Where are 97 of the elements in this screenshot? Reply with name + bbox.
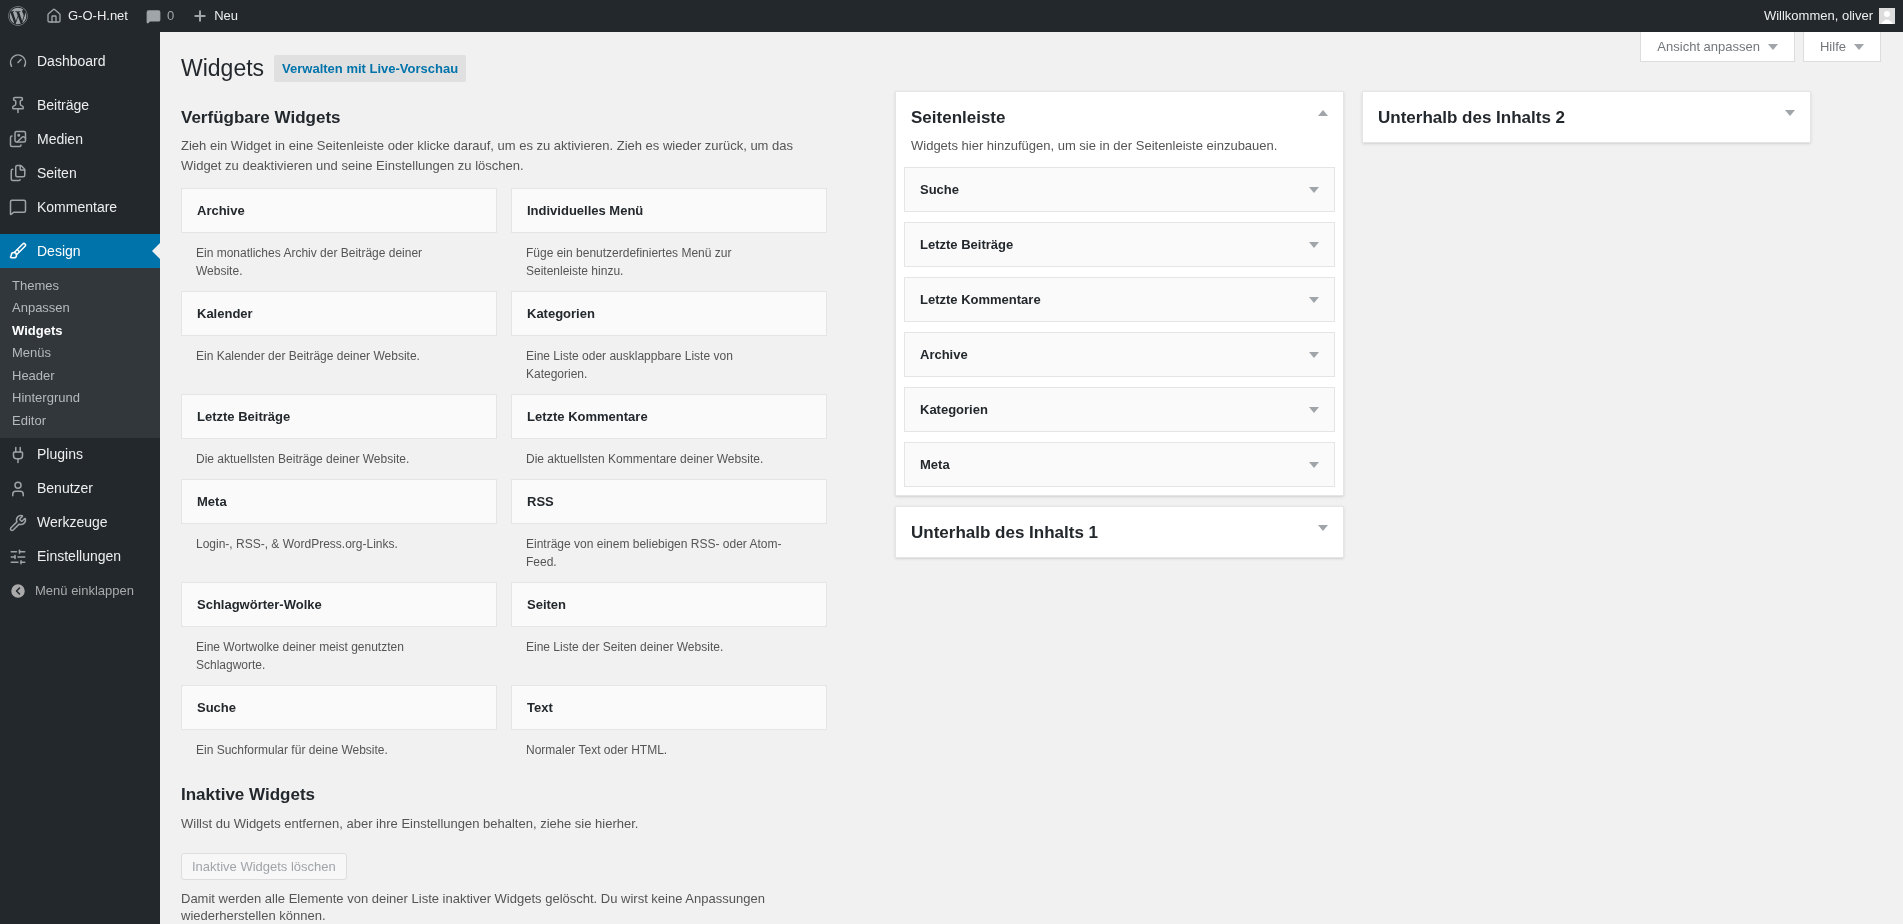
caret-down-icon[interactable] bbox=[1309, 406, 1319, 413]
sidebar-item[interactable]: Einstellungen bbox=[0, 539, 160, 574]
account-link[interactable]: Willkommen, oliver bbox=[1763, 6, 1895, 26]
widget-item[interactable]: Letzte Beiträge bbox=[904, 222, 1335, 267]
house-icon bbox=[46, 8, 62, 24]
section-heading: Verfügbare Widgets bbox=[181, 106, 342, 129]
caret-down-icon[interactable] bbox=[1854, 43, 1864, 50]
page-title: Widgets bbox=[181, 54, 265, 83]
widget-item[interactable]: Schlagwörter-Wolke bbox=[181, 582, 497, 627]
widget-description: Ein Kalender der Beiträge deiner Website. bbox=[195, 348, 421, 365]
widget-description: Eine Liste der Seiten deiner Website. bbox=[525, 639, 725, 656]
avatar-icon bbox=[1879, 8, 1895, 24]
widget-item[interactable]: Individuelles Menü bbox=[511, 188, 827, 233]
pin-icon bbox=[9, 96, 27, 114]
widget-item[interactable]: Text bbox=[511, 685, 827, 730]
sidebar-item[interactable]: Design bbox=[0, 234, 160, 268]
widget-description: Füge ein benutzerdefiniertes Menü zur Seitenleiste hinzu. bbox=[525, 245, 733, 280]
widget-item[interactable]: Meta bbox=[181, 479, 497, 524]
widget-item[interactable]: Meta bbox=[904, 442, 1335, 487]
widget-description: Die aktuellsten Kommentare deiner Website. bbox=[525, 451, 765, 468]
submenu-item[interactable]: Anpassen bbox=[0, 296, 160, 319]
widget-item[interactable]: Suche bbox=[181, 685, 497, 730]
caret-down-icon[interactable] bbox=[1309, 241, 1319, 248]
widget-item[interactable]: Letzte Kommentare bbox=[904, 277, 1335, 322]
caret-down-icon[interactable] bbox=[1309, 461, 1319, 468]
new-link[interactable]: Neu bbox=[192, 6, 239, 26]
section-description: Damit werden alle Elemente von deiner Liste inaktiver Widgets gelöscht. Du wirst keine Anpassungen wiederherstellen können. bbox=[181, 890, 766, 924]
sidebar-item[interactable]: Seiten bbox=[0, 156, 160, 190]
caret-down-icon[interactable] bbox=[1309, 351, 1319, 358]
widget-item[interactable]: RSS bbox=[511, 479, 827, 524]
widget-title: Suche bbox=[920, 180, 959, 199]
speech-bubble-icon bbox=[145, 8, 161, 24]
submenu-item[interactable]: Header bbox=[0, 364, 160, 387]
live-preview-link[interactable]: Verwalten mit Live-Vorschau bbox=[274, 54, 467, 82]
sidebar-item[interactable]: Plugins bbox=[0, 437, 160, 472]
widget-title: Meta bbox=[920, 455, 950, 474]
screen-tab[interactable]: Hilfe bbox=[1803, 32, 1881, 62]
sidebar-item[interactable]: Medien bbox=[0, 122, 160, 156]
brush-icon bbox=[9, 242, 27, 260]
area-title[interactable]: Unterhalb des Inhalts 1 bbox=[911, 521, 1099, 545]
pages-icon bbox=[9, 164, 27, 182]
widget-title: Letzte Kommentare bbox=[920, 290, 1041, 309]
gauge-icon bbox=[9, 52, 27, 70]
pointer-arrow-icon bbox=[152, 243, 160, 259]
sliders-icon bbox=[9, 547, 27, 566]
circle-arrow-left-icon bbox=[9, 581, 27, 600]
speech-bubble-icon bbox=[9, 198, 27, 216]
widget-item[interactable]: Kategorien bbox=[511, 291, 827, 336]
caret-down-icon[interactable] bbox=[1309, 296, 1319, 303]
sidebar-item[interactable]: Werkzeuge bbox=[0, 505, 160, 540]
comments-link[interactable]: 0 bbox=[145, 6, 175, 26]
section-description: Zieh ein Widget in eine Seitenleiste oder klicke darauf, um es zu aktivieren. Zieh es wieder zurück, um das Widget zu deaktivieren und seine Einstellungen zu löschen. bbox=[181, 137, 794, 175]
widget-description: Ein monatliches Archiv der Beiträge deiner Website. bbox=[195, 245, 424, 280]
widget-description: Login-, RSS-, & WordPress.org-Links. bbox=[195, 536, 399, 553]
submenu-item[interactable]: Menüs bbox=[0, 341, 160, 364]
submenu-item[interactable]: Widgets bbox=[0, 319, 160, 342]
area-description: Widgets hier hinzufügen, um sie in der Seitenleiste einzubauen. bbox=[910, 136, 1279, 155]
widget-description: Die aktuellsten Beiträge deiner Website. bbox=[195, 451, 411, 468]
widget-title: Archive bbox=[920, 345, 968, 364]
user-icon bbox=[9, 479, 27, 498]
section-description: Willst du Widgets entfernen, aber ihre Einstellungen behalten, ziehe sie hierher. bbox=[181, 814, 640, 833]
sidebar-item[interactable]: Kommentare bbox=[0, 190, 160, 224]
widget-item[interactable]: Kategorien bbox=[904, 387, 1335, 432]
widget-item[interactable]: Letzte Kommentare bbox=[511, 394, 827, 439]
sidebar-item[interactable]: Benutzer bbox=[0, 471, 160, 506]
widget-description: Normaler Text oder HTML. bbox=[525, 742, 669, 759]
sidebar-item[interactable]: Beiträge bbox=[0, 88, 160, 122]
widget-item[interactable]: Seiten bbox=[511, 582, 827, 627]
screen-tab[interactable]: Ansicht anpassen bbox=[1640, 32, 1795, 62]
widget-item[interactable]: Suche bbox=[904, 167, 1335, 212]
caret-down-icon[interactable] bbox=[1785, 109, 1795, 116]
widget-item[interactable]: Archive bbox=[181, 188, 497, 233]
widget-description: Ein Suchformular für deine Website. bbox=[195, 742, 389, 759]
images-icon bbox=[9, 130, 27, 148]
widget-item[interactable]: Kalender bbox=[181, 291, 497, 336]
widget-description: Eine Liste oder ausklappbare Liste von Kategorien. bbox=[525, 348, 734, 383]
section-heading: Inaktive Widgets bbox=[181, 784, 316, 806]
widget-description: Einträge von einem beliebigen RSS- oder Atom-Feed. bbox=[525, 536, 783, 571]
collapse-menu-item[interactable]: Menü einklappen bbox=[0, 573, 160, 608]
logo-icon[interactable] bbox=[8, 6, 28, 26]
widget-item[interactable]: Letzte Beiträge bbox=[181, 394, 497, 439]
submenu-item[interactable]: Themes bbox=[0, 274, 160, 297]
widget-title: Kategorien bbox=[920, 400, 988, 419]
submenu-item[interactable]: Hintergrund bbox=[0, 386, 160, 409]
sidebar-item[interactable]: Dashboard bbox=[0, 44, 160, 78]
area-title[interactable]: Seitenleiste bbox=[911, 105, 1006, 130]
caret-down-icon[interactable] bbox=[1768, 43, 1778, 50]
area-title[interactable]: Unterhalb des Inhalts 2 bbox=[1378, 105, 1566, 130]
site-link[interactable]: G-O-H.net bbox=[46, 6, 128, 26]
widget-item[interactable]: Archive bbox=[904, 332, 1335, 377]
submenu-item[interactable]: Editor bbox=[0, 409, 160, 432]
widget-title: Letzte Beiträge bbox=[920, 235, 1014, 254]
caret-down-icon[interactable] bbox=[1318, 525, 1328, 531]
widget-description: Eine Wortwolke deiner meist genutzten Schlagworte. bbox=[195, 639, 405, 674]
wrench-icon bbox=[9, 513, 27, 532]
caret-up-icon[interactable] bbox=[1318, 109, 1328, 116]
caret-down-icon[interactable] bbox=[1309, 186, 1319, 193]
